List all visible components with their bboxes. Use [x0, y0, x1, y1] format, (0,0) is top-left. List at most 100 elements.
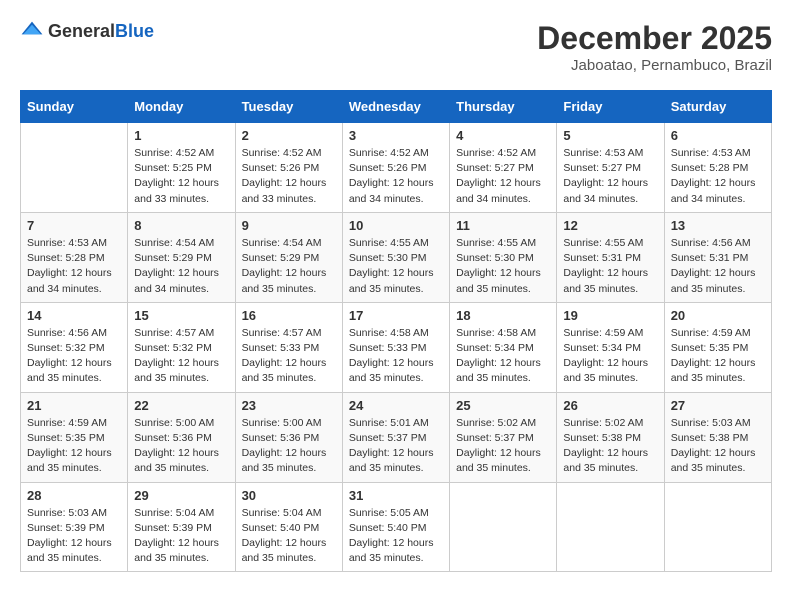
page-header: GeneralBlue December 2025 Jaboatao, Pern… [20, 20, 772, 74]
cell-info: Sunrise: 4:53 AM Sunset: 5:28 PM Dayligh… [671, 146, 765, 207]
day-number: 28 [27, 488, 121, 503]
cell-info: Sunrise: 4:52 AM Sunset: 5:26 PM Dayligh… [242, 146, 336, 207]
calendar-cell: 3 Sunrise: 4:52 AM Sunset: 5:26 PM Daylig… [342, 123, 449, 213]
calendar-cell: 21 Sunrise: 4:59 AM Sunset: 5:35 PM Dayli… [21, 392, 128, 482]
day-number: 19 [563, 308, 657, 323]
calendar-cell: 25 Sunrise: 5:02 AM Sunset: 5:37 PM Dayli… [450, 392, 557, 482]
day-number: 23 [242, 398, 336, 413]
calendar-cell: 28 Sunrise: 5:03 AM Sunset: 5:39 PM Dayli… [21, 482, 128, 572]
calendar-cell: 9Sunrise: 4:54 AM Sunset: 5:29 PM Daylig… [235, 212, 342, 302]
day-number: 27 [671, 398, 765, 413]
calendar-cell: 15 Sunrise: 4:57 AM Sunset: 5:32 PM Dayli… [128, 302, 235, 392]
cell-info: Sunrise: 4:59 AM Sunset: 5:35 PM Dayligh… [671, 326, 765, 387]
calendar-cell: 29Sunrise: 5:04 AM Sunset: 5:39 PM Dayli… [128, 482, 235, 572]
calendar-cell [21, 123, 128, 213]
calendar-cell: 13 Sunrise: 4:56 AM Sunset: 5:31 PM Dayli… [664, 212, 771, 302]
day-number: 1 [134, 128, 228, 143]
cell-info: Sunrise: 5:00 AM Sunset: 5:36 PM Dayligh… [134, 416, 228, 477]
day-number: 12 [563, 218, 657, 233]
day-number: 18 [456, 308, 550, 323]
month-year-title: December 2025 [537, 20, 772, 57]
day-number: 26 [563, 398, 657, 413]
day-number: 31 [349, 488, 443, 503]
calendar-cell: 4 Sunrise: 4:52 AM Sunset: 5:27 PM Daylig… [450, 123, 557, 213]
day-number: 20 [671, 308, 765, 323]
column-header-saturday: Saturday [664, 91, 771, 123]
day-number: 15 [134, 308, 228, 323]
cell-info: Sunrise: 4:58 AM Sunset: 5:33 PM Dayligh… [349, 326, 443, 387]
calendar-cell: 1Sunrise: 4:52 AM Sunset: 5:25 PM Daylig… [128, 123, 235, 213]
calendar-cell: 7 Sunrise: 4:53 AM Sunset: 5:28 PM Daylig… [21, 212, 128, 302]
day-number: 29 [134, 488, 228, 503]
cell-info: Sunrise: 4:53 AM Sunset: 5:28 PM Dayligh… [27, 236, 121, 297]
calendar-cell: 14Sunrise: 4:56 AM Sunset: 5:32 PM Dayli… [21, 302, 128, 392]
column-header-monday: Monday [128, 91, 235, 123]
cell-info: Sunrise: 5:02 AM Sunset: 5:37 PM Dayligh… [456, 416, 550, 477]
day-number: 9 [242, 218, 336, 233]
calendar-week-row: 21 Sunrise: 4:59 AM Sunset: 5:35 PM Dayli… [21, 392, 772, 482]
day-number: 7 [27, 218, 121, 233]
cell-info: Sunrise: 4:59 AM Sunset: 5:35 PM Dayligh… [27, 416, 121, 477]
calendar-cell: 17 Sunrise: 4:58 AM Sunset: 5:33 PM Dayli… [342, 302, 449, 392]
cell-info: Sunrise: 5:01 AM Sunset: 5:37 PM Dayligh… [349, 416, 443, 477]
day-number: 25 [456, 398, 550, 413]
cell-info: Sunrise: 4:56 AM Sunset: 5:31 PM Dayligh… [671, 236, 765, 297]
column-header-thursday: Thursday [450, 91, 557, 123]
cell-info: Sunrise: 5:00 AM Sunset: 5:36 PM Dayligh… [242, 416, 336, 477]
day-number: 13 [671, 218, 765, 233]
location-subtitle: Jaboatao, Pernambuco, Brazil [537, 57, 772, 74]
calendar-cell: 2Sunrise: 4:52 AM Sunset: 5:26 PM Daylig… [235, 123, 342, 213]
cell-info: Sunrise: 4:57 AM Sunset: 5:33 PM Dayligh… [242, 326, 336, 387]
cell-info: Sunrise: 4:55 AM Sunset: 5:30 PM Dayligh… [456, 236, 550, 297]
cell-info: Sunrise: 4:55 AM Sunset: 5:30 PM Dayligh… [349, 236, 443, 297]
cell-info: Sunrise: 5:04 AM Sunset: 5:40 PM Dayligh… [242, 506, 336, 567]
calendar-week-row: 7 Sunrise: 4:53 AM Sunset: 5:28 PM Daylig… [21, 212, 772, 302]
day-number: 8 [134, 218, 228, 233]
day-number: 5 [563, 128, 657, 143]
calendar-cell: 24 Sunrise: 5:01 AM Sunset: 5:37 PM Dayli… [342, 392, 449, 482]
calendar-cell: 23 Sunrise: 5:00 AM Sunset: 5:36 PM Dayli… [235, 392, 342, 482]
day-number: 21 [27, 398, 121, 413]
calendar-cell: 8 Sunrise: 4:54 AM Sunset: 5:29 PM Daylig… [128, 212, 235, 302]
cell-info: Sunrise: 4:54 AM Sunset: 5:29 PM Dayligh… [134, 236, 228, 297]
calendar-cell: 19 Sunrise: 4:59 AM Sunset: 5:34 PM Dayli… [557, 302, 664, 392]
calendar-cell: 20 Sunrise: 4:59 AM Sunset: 5:35 PM Dayli… [664, 302, 771, 392]
calendar-cell: 22Sunrise: 5:00 AM Sunset: 5:36 PM Dayli… [128, 392, 235, 482]
calendar-cell: 30 Sunrise: 5:04 AM Sunset: 5:40 PM Dayli… [235, 482, 342, 572]
column-header-wednesday: Wednesday [342, 91, 449, 123]
calendar-cell [450, 482, 557, 572]
cell-info: Sunrise: 4:52 AM Sunset: 5:26 PM Dayligh… [349, 146, 443, 207]
calendar-cell: 31Sunrise: 5:05 AM Sunset: 5:40 PM Dayli… [342, 482, 449, 572]
day-number: 14 [27, 308, 121, 323]
calendar-cell: 18 Sunrise: 4:58 AM Sunset: 5:34 PM Dayli… [450, 302, 557, 392]
calendar-week-row: 1Sunrise: 4:52 AM Sunset: 5:25 PM Daylig… [21, 123, 772, 213]
calendar-cell: 6 Sunrise: 4:53 AM Sunset: 5:28 PM Daylig… [664, 123, 771, 213]
day-number: 17 [349, 308, 443, 323]
calendar-cell: 26 Sunrise: 5:02 AM Sunset: 5:38 PM Dayli… [557, 392, 664, 482]
calendar-cell: 5 Sunrise: 4:53 AM Sunset: 5:27 PM Daylig… [557, 123, 664, 213]
day-number: 16 [242, 308, 336, 323]
day-number: 24 [349, 398, 443, 413]
day-number: 30 [242, 488, 336, 503]
logo-icon [20, 20, 44, 44]
day-number: 11 [456, 218, 550, 233]
cell-info: Sunrise: 5:03 AM Sunset: 5:38 PM Dayligh… [671, 416, 765, 477]
calendar-cell: 12Sunrise: 4:55 AM Sunset: 5:31 PM Dayli… [557, 212, 664, 302]
calendar-table: SundayMondayTuesdayWednesdayThursdayFrid… [20, 90, 772, 572]
cell-info: Sunrise: 4:59 AM Sunset: 5:34 PM Dayligh… [563, 326, 657, 387]
cell-info: Sunrise: 4:53 AM Sunset: 5:27 PM Dayligh… [563, 146, 657, 207]
column-header-friday: Friday [557, 91, 664, 123]
day-number: 3 [349, 128, 443, 143]
cell-info: Sunrise: 5:03 AM Sunset: 5:39 PM Dayligh… [27, 506, 121, 567]
logo-blue: Blue [115, 21, 154, 41]
cell-info: Sunrise: 4:52 AM Sunset: 5:27 PM Dayligh… [456, 146, 550, 207]
cell-info: Sunrise: 4:57 AM Sunset: 5:32 PM Dayligh… [134, 326, 228, 387]
logo: GeneralBlue [20, 20, 154, 44]
calendar-cell: 16 Sunrise: 4:57 AM Sunset: 5:33 PM Dayli… [235, 302, 342, 392]
cell-info: Sunrise: 5:02 AM Sunset: 5:38 PM Dayligh… [563, 416, 657, 477]
column-header-tuesday: Tuesday [235, 91, 342, 123]
day-number: 4 [456, 128, 550, 143]
day-number: 6 [671, 128, 765, 143]
cell-info: Sunrise: 4:58 AM Sunset: 5:34 PM Dayligh… [456, 326, 550, 387]
calendar-week-row: 28 Sunrise: 5:03 AM Sunset: 5:39 PM Dayli… [21, 482, 772, 572]
